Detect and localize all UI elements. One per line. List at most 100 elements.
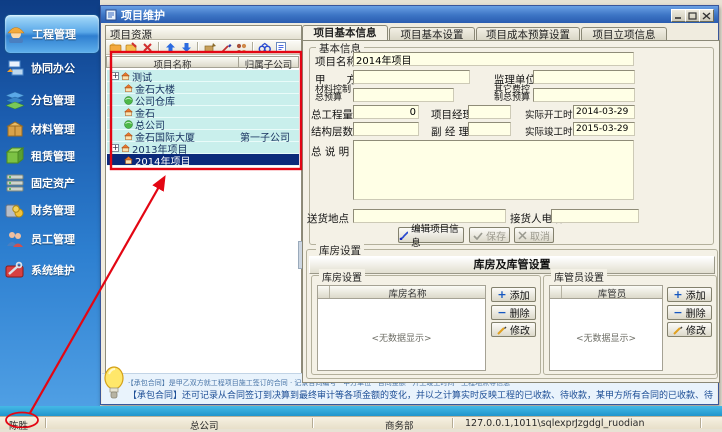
statusbar-divider (45, 418, 47, 428)
row-indicator-column (318, 286, 330, 298)
party-a-input[interactable] (353, 70, 470, 84)
system-icon (4, 260, 26, 280)
keeper-table-header: 库管员 (550, 286, 662, 299)
move-down-icon[interactable] (180, 42, 193, 54)
project-basic-info-panel: 基本信息 项目名称* 甲 方 监理单位 材料控制总预算 其它费控制总预算 总工程… (302, 40, 720, 383)
material-budget-input[interactable] (353, 88, 454, 102)
new-folder-icon[interactable] (109, 42, 122, 54)
expander-icon[interactable]: + (111, 144, 119, 152)
globe-icon (124, 120, 133, 129)
delete-label: 删除 (686, 305, 706, 320)
sidebar-item-label: 工程管理 (32, 26, 76, 42)
staff-icon (4, 229, 26, 249)
edit-pen-icon (399, 230, 408, 240)
report-icon[interactable] (274, 42, 287, 54)
cancel-button[interactable]: 取消 (514, 227, 554, 243)
resource-panel-header: 项目资源 (106, 26, 301, 40)
tree-item-selected[interactable]: 2014年项目 (107, 154, 299, 166)
statusbar-divider (312, 418, 314, 428)
sidebar-item-system[interactable]: 系统维护 (4, 258, 98, 282)
minus-icon: − (673, 308, 682, 318)
warehouse-table[interactable]: 库房名称 <无数据显示> (317, 285, 486, 371)
search-icon[interactable] (258, 42, 271, 54)
receiver-phone-input[interactable] (551, 209, 639, 223)
sidebar-item-label: 材料管理 (31, 121, 75, 137)
sidebar-item-label: 固定资产 (31, 175, 75, 191)
keeper-modify-button[interactable]: 修改 (667, 322, 712, 337)
save-button[interactable]: 保存 (469, 227, 510, 243)
lightbulb-icon (103, 364, 125, 402)
other-budget-input[interactable] (533, 88, 635, 102)
toolbar-separator (197, 42, 199, 53)
edit-project-button[interactable]: 编辑项目信息 (398, 227, 464, 243)
warehouse-add-button[interactable]: + 添加 (491, 287, 536, 302)
house-icon (124, 132, 133, 141)
house-icon (124, 84, 133, 93)
warehouse-delete-button[interactable]: − 删除 (491, 305, 536, 320)
close-button[interactable] (699, 9, 714, 22)
tab-project-approval[interactable]: 项目立项信息 (581, 27, 667, 41)
sidebar-item-fixed-assets[interactable]: 固定资产 (4, 171, 98, 195)
engineering-icon (5, 24, 27, 44)
total-quantity-input[interactable] (353, 105, 419, 119)
delete-label: 删除 (510, 305, 530, 320)
keeper-delete-button[interactable]: − 删除 (667, 305, 712, 320)
row-indicator-column (550, 286, 562, 298)
sidebar-item-staff[interactable]: 员工管理 (4, 227, 98, 251)
delivery-place-label: 送货地点 (307, 211, 349, 226)
sidebar-item-office[interactable]: 协同办公 (4, 56, 98, 80)
description-label: 总 说 明 (311, 144, 349, 159)
cancel-x-icon (518, 231, 527, 240)
sidebar-item-material[interactable]: 材料管理 (4, 117, 98, 141)
end-date-input[interactable] (573, 122, 635, 136)
no-data-text: <无数据显示> (550, 331, 662, 344)
screen: { "colors": { "annotation_red": "#e30613… (0, 0, 722, 428)
maximize-button[interactable] (685, 9, 700, 22)
plus-icon: + (497, 290, 506, 300)
move-up-icon[interactable] (164, 42, 177, 54)
warehouse-name-column: 库房名称 (330, 286, 485, 298)
fixed-assets-icon (4, 173, 26, 193)
main-nav-sidebar: 工程管理 协同办公 分包管理 材料管理 租赁管理 固定资产 财务管理 员工管理 … (0, 0, 100, 406)
warehouse-table-header: 库房名称 (318, 286, 485, 299)
minimize-button[interactable] (671, 9, 686, 22)
import-icon[interactable] (203, 42, 216, 54)
column-header-project-name[interactable]: 项目名称 (106, 56, 239, 68)
sidebar-item-subcontract[interactable]: 分包管理 (4, 88, 98, 112)
window-bottom-strip (0, 406, 722, 416)
description-textarea[interactable] (353, 140, 634, 200)
project-name-input[interactable] (353, 52, 634, 66)
cancel-label: 取消 (530, 228, 550, 243)
sidebar-item-lease[interactable]: 租赁管理 (4, 144, 98, 168)
keeper-table[interactable]: 库管员 <无数据显示> (549, 285, 663, 371)
tab-project-basic-setup[interactable]: 项目基本设置 (389, 27, 475, 41)
house-icon (124, 156, 133, 165)
dialog-titlebar[interactable]: 项目维护 (101, 6, 718, 23)
warehouse-modify-button[interactable]: 修改 (491, 322, 536, 337)
manager-input[interactable] (468, 105, 511, 119)
keeper-add-button[interactable]: + 添加 (667, 287, 712, 302)
start-date-input[interactable] (573, 105, 635, 119)
delete-icon[interactable] (141, 42, 154, 54)
supervisor-input[interactable] (533, 70, 635, 84)
statusbar-divider (700, 418, 702, 428)
users-icon[interactable] (235, 42, 248, 54)
sidebar-item-finance[interactable]: 财务管理 (4, 198, 98, 222)
toolbar-separator (252, 42, 254, 53)
column-header-subsidiary[interactable]: 归属子公司 (239, 56, 299, 68)
subcontract-icon (4, 90, 26, 110)
edit-folder-icon[interactable] (125, 42, 138, 54)
pen-icon[interactable] (219, 42, 232, 54)
pencil-icon (673, 325, 683, 335)
add-label: 添加 (510, 287, 530, 302)
warehouse-banner: 库房及库管设置 (309, 256, 715, 274)
total-quantity-label: 总工程量 (311, 107, 353, 122)
sidebar-item-engineering[interactable]: 工程管理 (4, 14, 100, 54)
tab-project-cost-budget[interactable]: 项目成本预算设置 (476, 27, 580, 41)
deputy-manager-input[interactable] (468, 122, 511, 136)
floors-input[interactable] (353, 122, 419, 136)
plus-icon: + (673, 290, 682, 300)
statusbar-department: 商务部 (385, 418, 414, 432)
tab-project-basic-info[interactable]: 项目基本信息 (302, 25, 388, 40)
expander-icon[interactable]: + (111, 72, 119, 80)
